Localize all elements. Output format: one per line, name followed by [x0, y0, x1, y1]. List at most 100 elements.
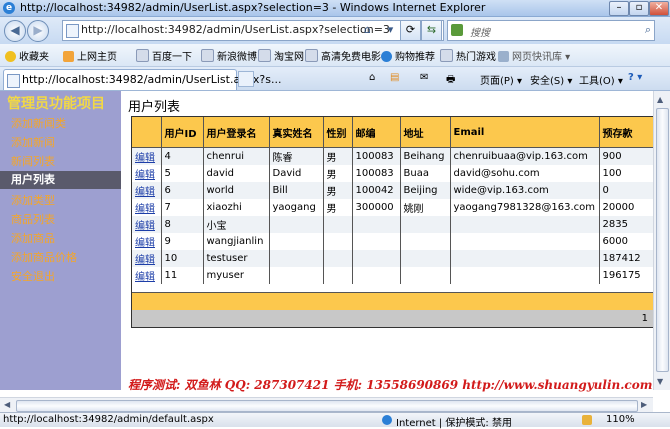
search-box[interactable]: 搜搜 ⌕: [447, 20, 655, 41]
internet-zone-icon: [382, 415, 392, 425]
scroll-down-icon[interactable]: ▼: [657, 377, 663, 386]
fav-label: 新浪微博: [217, 52, 257, 63]
edit-link[interactable]: 编辑: [132, 199, 162, 216]
edit-link[interactable]: 编辑: [132, 216, 162, 233]
mail-icon[interactable]: ✉: [420, 72, 428, 83]
print-icon[interactable]: 🖶: [446, 72, 455, 89]
sidebar-item-user-list[interactable]: 用户列表: [0, 171, 121, 189]
cell-login-name: chenrui: [203, 147, 270, 165]
cell-deposit: 100: [599, 165, 654, 182]
cell-gender: [323, 267, 353, 284]
cell-email: chenruibuaa@vip.163.com: [450, 147, 600, 165]
edit-link[interactable]: 编辑: [132, 233, 162, 250]
table-row: 编辑 7 xiaozhi yaogang 男 300000 姚刚 yaogang7981328…: [132, 199, 654, 216]
help-menu[interactable]: ? ▾: [628, 72, 642, 83]
edit-link[interactable]: 编辑: [132, 147, 162, 165]
page-menu[interactable]: 页面(P) ▾: [480, 72, 522, 87]
cell-gender: 男: [323, 199, 353, 216]
horizontal-scrollbar[interactable]: ◀ ▶: [0, 397, 653, 413]
table-row: 编辑 8 小宝 2835: [132, 216, 654, 233]
safety-menu[interactable]: 安全(S) ▾: [530, 72, 572, 87]
cell-zip: 300000: [352, 199, 401, 216]
favorites-button[interactable]: 收藏夹: [5, 48, 49, 63]
refresh-button[interactable]: ⟳: [400, 20, 421, 41]
vertical-scrollbar[interactable]: ▲ ▼: [653, 91, 670, 390]
forward-button[interactable]: ▶: [27, 20, 49, 42]
close-window-button[interactable]: ✕: [649, 1, 669, 16]
tab-command-bar: http://localhost:34982/admin/UserList.as…: [0, 67, 670, 91]
fav-item-home[interactable]: 上网主页: [63, 48, 117, 63]
cell-deposit: 900: [599, 147, 654, 165]
table-row: 编辑 9 wangjianlin 6000: [132, 233, 654, 250]
cell-real-name: [269, 250, 324, 267]
compat-view-icon[interactable]: ⌂: [358, 21, 377, 40]
table-footer: [132, 292, 654, 311]
sidebar-item-logout[interactable]: 安全退出: [11, 268, 55, 284]
fav-item-movies[interactable]: 高清免费电影: [305, 48, 381, 63]
fav-item-shopping[interactable]: 购物推荐: [381, 48, 435, 63]
col-header-address: 地址: [400, 117, 451, 148]
cell-deposit: 187412: [599, 250, 654, 267]
cell-gender: 男: [323, 147, 353, 165]
horizontal-scroll-thumb[interactable]: [16, 400, 638, 412]
cell-user-id: 9: [161, 233, 204, 250]
search-icon[interactable]: ⌕: [645, 23, 651, 37]
fav-label: 上网主页: [77, 52, 117, 63]
browser-tab[interactable]: http://localhost:34982/admin/UserList.as…: [3, 69, 281, 90]
feeds-icon[interactable]: ▤: [390, 72, 399, 83]
address-url[interactable]: http://localhost:34982/admin/UserList.as…: [81, 23, 390, 36]
table-row: 编辑 6 world Bill 男 100042 Beijing wide@vip.163.c…: [132, 182, 654, 199]
scroll-right-icon[interactable]: ▶: [641, 400, 647, 409]
edit-link[interactable]: 编辑: [132, 165, 162, 182]
back-button[interactable]: ◀: [4, 20, 26, 42]
fav-item-webslice[interactable]: 网页快讯库 ▾: [498, 48, 570, 63]
edit-link[interactable]: 编辑: [132, 267, 162, 284]
sidebar-item-add-type[interactable]: 添加类型: [11, 192, 55, 208]
page-number[interactable]: 1: [642, 313, 648, 324]
dropdown-arrow-icon[interactable]: ▾: [381, 21, 400, 40]
new-tab-button[interactable]: [238, 71, 254, 87]
tools-menu[interactable]: 工具(O) ▾: [579, 72, 623, 87]
edit-link[interactable]: 编辑: [132, 250, 162, 267]
vertical-scroll-thumb[interactable]: [656, 108, 669, 372]
scroll-up-icon[interactable]: ▲: [657, 95, 663, 104]
cell-zip: [352, 250, 401, 267]
cell-gender: [323, 250, 353, 267]
fav-item-games[interactable]: 热门游戏: [440, 48, 496, 63]
cell-email: wide@vip.163.com: [450, 182, 600, 199]
fav-page-icon: [201, 49, 214, 62]
fav-item-taobao[interactable]: 淘宝网: [258, 48, 304, 63]
home-icon[interactable]: ⌂: [369, 72, 375, 83]
cell-user-id: 11: [161, 267, 204, 284]
sidebar-item-add-product-price[interactable]: 添加商品价格: [11, 249, 77, 265]
compat-toggle-button[interactable]: ⇆: [421, 20, 442, 41]
page-icon: [66, 24, 79, 38]
col-header-zip: 邮编: [352, 117, 401, 148]
edit-link[interactable]: 编辑: [132, 182, 162, 199]
sidebar-item-add-product[interactable]: 添加商品: [11, 230, 55, 246]
fav-item-baidu[interactable]: 百度一下: [136, 48, 192, 63]
fav-label: 购物推荐: [395, 52, 435, 63]
security-zone[interactable]: Internet | 保护模式: 禁用: [396, 414, 512, 429]
zoom-level[interactable]: 110%: [606, 414, 635, 425]
page-title: 用户列表: [128, 100, 181, 115]
scroll-left-icon[interactable]: ◀: [4, 400, 10, 409]
sidebar-item-news-list[interactable]: 新闻列表: [11, 153, 55, 169]
cell-address: Buaa: [400, 165, 451, 182]
search-input[interactable]: 搜搜: [470, 24, 490, 39]
fav-page-icon: [440, 49, 453, 62]
cell-gender: 男: [323, 182, 353, 199]
minimize-button[interactable]: –: [609, 1, 629, 16]
fav-label: 百度一下: [152, 52, 192, 63]
sidebar-item-add-news[interactable]: 添加新闻: [11, 134, 55, 150]
cell-user-id: 5: [161, 165, 204, 182]
maximize-button[interactable]: ▫: [629, 1, 649, 16]
sidebar-item-add-news-category[interactable]: 添加新闻类: [11, 115, 66, 131]
sidebar-item-product-list[interactable]: 商品列表: [11, 211, 55, 227]
cell-deposit: 2835: [599, 216, 654, 233]
cell-login-name: world: [203, 182, 270, 199]
fav-label: 热门游戏: [456, 52, 496, 63]
cell-user-id: 4: [161, 147, 204, 165]
fav-item-weibo[interactable]: 新浪微博: [201, 48, 257, 63]
cell-address: [400, 216, 451, 233]
